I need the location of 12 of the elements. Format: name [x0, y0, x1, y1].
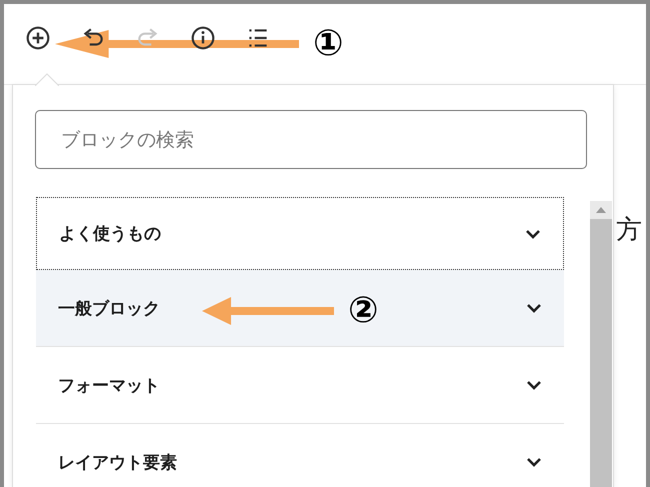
add-block-icon[interactable]: [25, 25, 51, 51]
search-field[interactable]: ブロックの検索: [35, 110, 587, 169]
info-icon[interactable]: [190, 25, 216, 51]
chevron-down-icon: [525, 228, 541, 238]
step-number: ①: [313, 26, 344, 62]
category-toggle[interactable]: フォーマット: [36, 347, 564, 424]
chevron-down-icon: [526, 380, 542, 390]
chevron-down-icon: [526, 303, 542, 313]
step-number: ②: [348, 293, 378, 329]
chevron-down-icon: [526, 457, 542, 467]
editor-text: 方: [616, 214, 642, 247]
category-toggle[interactable]: レイアウト要素: [36, 424, 564, 487]
